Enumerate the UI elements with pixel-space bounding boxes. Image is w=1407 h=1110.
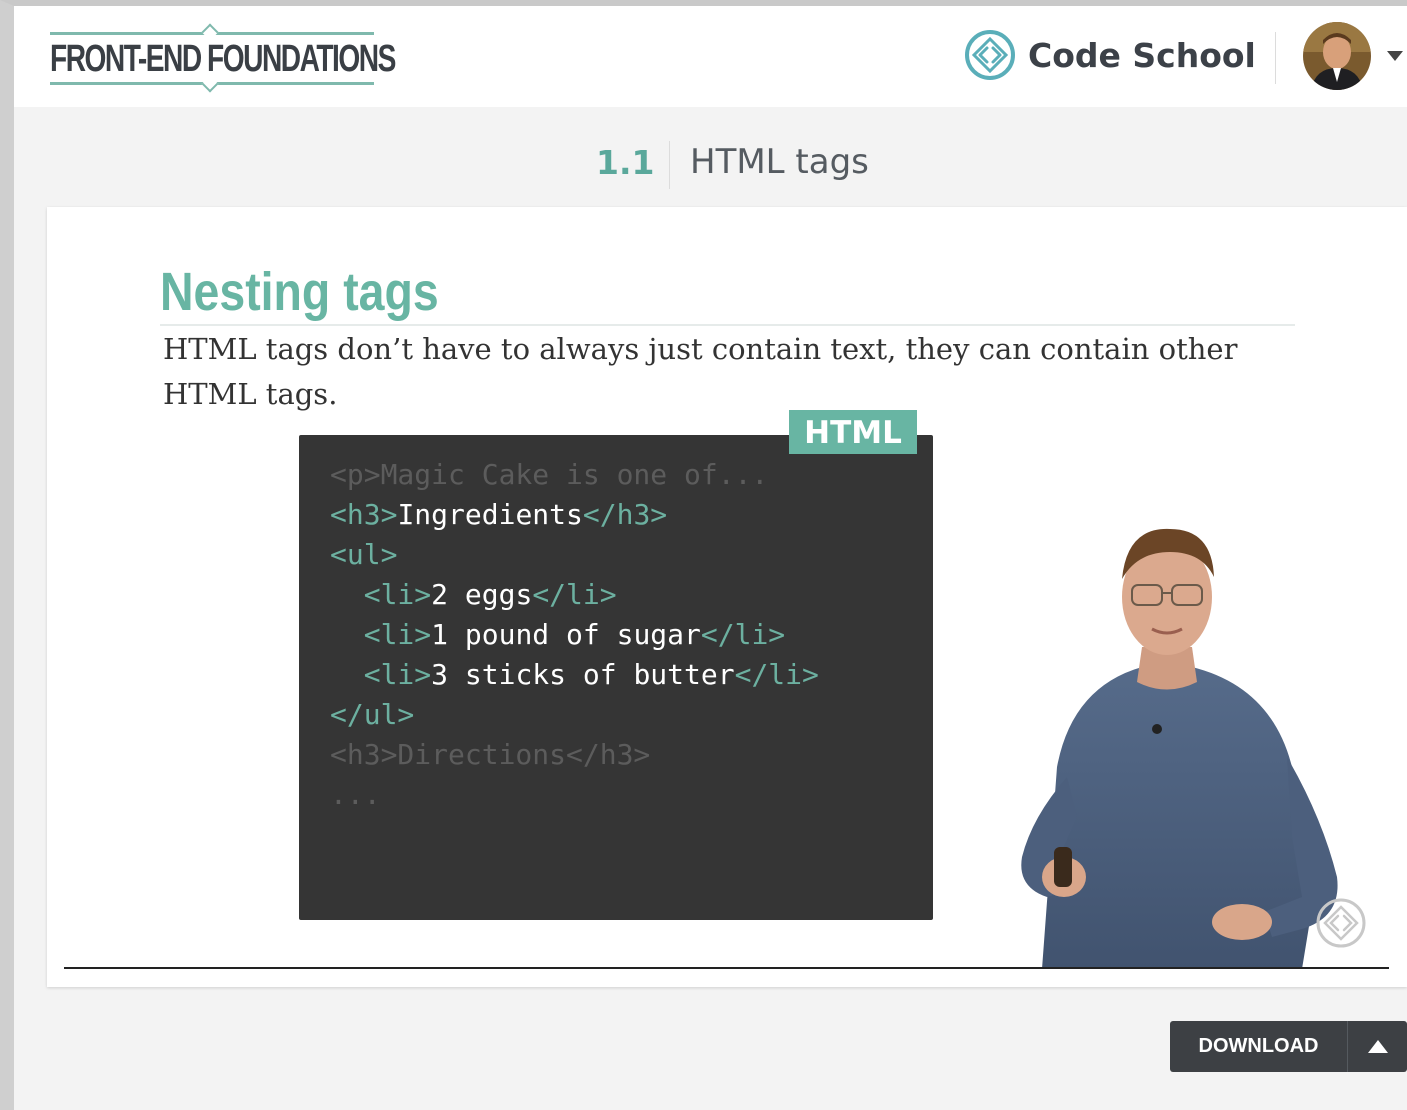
lesson-name: HTML tags [690, 142, 869, 182]
code-school-watermark-icon [1316, 898, 1366, 948]
code-token: 1 pound of sugar [431, 618, 701, 651]
code-token: <ul> [330, 538, 398, 571]
code-token: Ingredients [397, 498, 583, 531]
code-token: ... [330, 778, 381, 811]
code-school-icon [965, 30, 1015, 80]
code-token: </li> [700, 618, 786, 651]
code-token: <p>Magic Cake is one of... [330, 458, 769, 491]
code-block: <p>Magic Cake is one of... <h3>Ingredient… [299, 435, 933, 920]
code-lines: <p>Magic Cake is one of... <h3>Ingredient… [330, 455, 819, 815]
code-token: <li> [363, 578, 432, 611]
lesson-separator [669, 141, 670, 189]
code-token: <li> [363, 658, 432, 691]
lesson-number: 1.1 [596, 143, 655, 182]
code-line: <li>3 sticks of butter</li> [330, 655, 819, 695]
download-label: DOWNLOAD [1198, 1035, 1319, 1057]
brand-name: Code School [1028, 35, 1256, 75]
slide-body-text: HTML tags don’t have to always just cont… [163, 332, 1238, 411]
code-token: </li> [532, 578, 617, 611]
code-line: <p>Magic Cake is one of... [330, 455, 819, 495]
code-language-label: HTML [789, 410, 917, 454]
code-line: <h3>Ingredients</h3> [330, 495, 819, 535]
code-line: ... [330, 775, 819, 815]
code-token: </li> [734, 658, 819, 691]
code-line: </ul> [330, 695, 819, 735]
video-progress-bar[interactable] [64, 967, 1389, 969]
presenter-video [1021, 528, 1338, 969]
code-token: 2 eggs [431, 578, 533, 611]
code-line: <li>2 eggs</li> [330, 575, 819, 615]
code-line: <ul> [330, 535, 819, 575]
caret-down-icon[interactable] [1387, 51, 1403, 61]
download-options-toggle[interactable] [1348, 1021, 1407, 1072]
site-header: FRONT-END FOUNDATIONS Code School [14, 6, 1407, 107]
slide-title-rule [160, 324, 1295, 326]
code-token: <h3>Directions</h3> [330, 738, 651, 771]
course-logo[interactable]: FRONT-END FOUNDATIONS [50, 23, 396, 93]
code-token: <h3> [330, 498, 398, 531]
header-divider [1275, 32, 1276, 84]
user-avatar[interactable] [1303, 22, 1371, 90]
slide-title: Nesting tags [160, 262, 439, 322]
caret-up-icon [1367, 1040, 1388, 1053]
lesson-heading: 1.1 HTML tags [14, 107, 1407, 207]
brand-logo[interactable]: Code School [964, 28, 1256, 82]
code-line: <h3>Directions</h3> [330, 735, 819, 775]
code-token: </h3> [582, 498, 668, 531]
video-player[interactable]: Nesting tags HTML tags don’t have to alw… [47, 207, 1407, 987]
code-token: 3 sticks of butter [431, 658, 735, 691]
code-line: <li>1 pound of sugar</li> [330, 615, 819, 655]
avatar-icon [1303, 22, 1371, 90]
course-title: FRONT-END FOUNDATIONS [50, 38, 396, 80]
code-token: <li> [363, 618, 432, 651]
download-button[interactable]: DOWNLOAD [1170, 1021, 1407, 1072]
code-token: </ul> [330, 698, 415, 731]
